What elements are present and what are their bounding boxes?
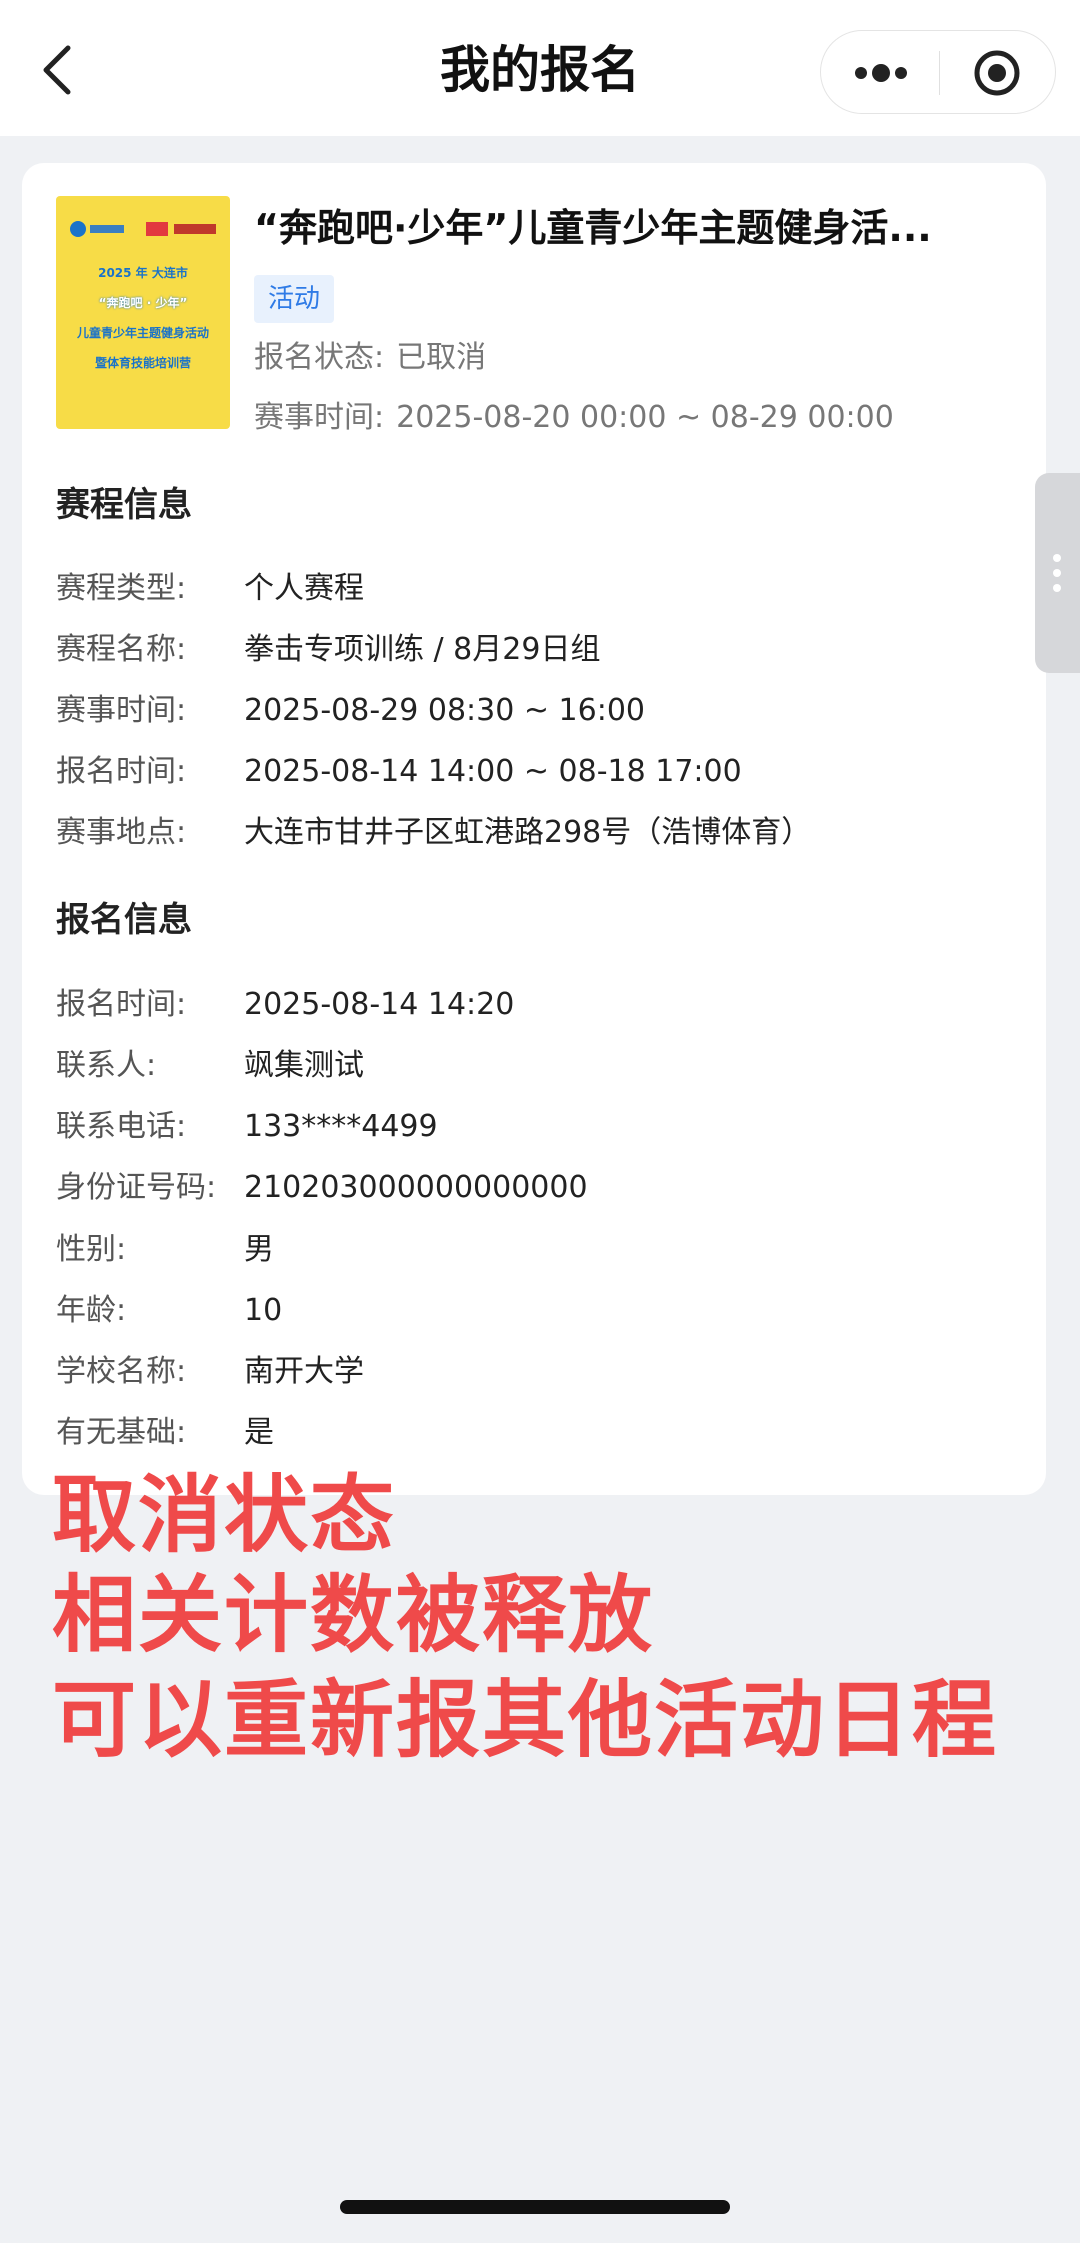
poster-line: “奔跑吧 · 少年” bbox=[98, 296, 188, 310]
registration-section-title: 报名信息 bbox=[56, 900, 192, 940]
row-label: 身份证号码: bbox=[56, 1170, 217, 1205]
row-label: 赛程名称: bbox=[56, 632, 187, 667]
annotation-line: 相关计数被释放 bbox=[52, 1566, 655, 1664]
mini-program-capsule bbox=[820, 30, 1056, 114]
side-drawer-handle[interactable] bbox=[1035, 473, 1080, 673]
row-value: 大连市甘井子区虹港路298号（浩博体育） bbox=[244, 815, 812, 850]
schedule-section-title: 赛程信息 bbox=[56, 485, 192, 525]
info-row: 报名时间: 2025-08-14 14:00 ~ 08-18 17:00 bbox=[56, 752, 742, 792]
row-value: 133****4499 bbox=[244, 1109, 438, 1144]
row-label: 年龄: bbox=[56, 1293, 127, 1328]
row-label: 报名时间: bbox=[56, 754, 187, 789]
close-mini-program-button[interactable] bbox=[973, 49, 1021, 97]
info-row: 联系人: 飒集测试 bbox=[56, 1046, 364, 1086]
row-label: 学校名称: bbox=[56, 1354, 187, 1389]
info-row: 年龄: 10 bbox=[56, 1291, 282, 1331]
target-circle-icon bbox=[974, 50, 1020, 96]
sponsor-logos-icon bbox=[70, 221, 216, 237]
row-label: 联系人: bbox=[56, 1048, 157, 1083]
event-time: 赛事时间: 2025-08-20 00:00 ~ 08-29 00:00 bbox=[254, 398, 894, 438]
registration-card: 2025 年 大连市 “奔跑吧 · 少年” 儿童青少年主题健身活动 暨体育技能培… bbox=[22, 163, 1046, 1495]
more-button[interactable] bbox=[851, 53, 911, 93]
row-value: 个人赛程 bbox=[244, 571, 364, 606]
row-label: 性别: bbox=[56, 1232, 127, 1267]
home-indicator[interactable] bbox=[340, 2200, 730, 2214]
info-row: 赛事地点: 大连市甘井子区虹港路298号（浩博体育） bbox=[56, 813, 811, 853]
row-value: 210203000000000000 bbox=[244, 1170, 588, 1205]
row-label: 赛程类型: bbox=[56, 571, 187, 606]
info-row: 联系电话: 133****4499 bbox=[56, 1107, 438, 1147]
row-value: 2025-08-14 14:20 bbox=[244, 987, 515, 1022]
info-row: 有无基础: 是 bbox=[56, 1413, 274, 1453]
info-row: 赛程类型: 个人赛程 bbox=[56, 569, 364, 609]
info-row: 报名时间: 2025-08-14 14:20 bbox=[56, 985, 514, 1025]
event-title[interactable]: “奔跑吧·少年”儿童青少年主题健身活... bbox=[254, 203, 1014, 253]
more-dots-icon bbox=[855, 64, 907, 82]
row-label: 联系电话: bbox=[56, 1109, 187, 1144]
event-time-label: 赛事时间: bbox=[254, 400, 385, 435]
info-row: 学校名称: 南开大学 bbox=[56, 1352, 364, 1392]
poster-line: 儿童青少年主题健身活动 bbox=[76, 326, 209, 340]
row-label: 赛事时间: bbox=[56, 693, 187, 728]
nav-bar: 我的报名 bbox=[0, 0, 1080, 136]
annotation-line: 可以重新报其他活动日程 bbox=[52, 1671, 999, 1769]
vertical-dots-icon bbox=[1053, 554, 1061, 592]
info-row: 身份证号码: 210203000000000000 bbox=[56, 1168, 588, 1208]
capsule-divider bbox=[939, 51, 940, 95]
row-label: 有无基础: bbox=[56, 1415, 187, 1450]
poster-line: 暨体育技能培训营 bbox=[94, 356, 191, 370]
event-poster-image: 2025 年 大连市 “奔跑吧 · 少年” 儿童青少年主题健身活动 暨体育技能培… bbox=[56, 196, 230, 429]
annotation-line: 取消状态 bbox=[52, 1466, 397, 1564]
row-value: 男 bbox=[244, 1232, 274, 1267]
row-value: 2025-08-29 08:30 ~ 16:00 bbox=[244, 693, 646, 728]
info-row: 性别: 男 bbox=[56, 1230, 274, 1270]
row-value: 飒集测试 bbox=[244, 1048, 364, 1083]
info-row: 赛事时间: 2025-08-29 08:30 ~ 16:00 bbox=[56, 691, 645, 731]
event-time-value: 2025-08-20 00:00 ~ 08-29 00:00 bbox=[396, 400, 894, 435]
status-value: 已取消 bbox=[396, 340, 487, 375]
row-label: 报名时间: bbox=[56, 987, 187, 1022]
status-label: 报名状态: bbox=[254, 340, 385, 375]
row-value: 南开大学 bbox=[244, 1354, 364, 1389]
row-label: 赛事地点: bbox=[56, 815, 187, 850]
poster-line: 2025 年 大连市 bbox=[98, 266, 188, 280]
row-value: 是 bbox=[244, 1415, 274, 1450]
row-value: 10 bbox=[244, 1293, 283, 1328]
row-value: 拳击专项训练 / 8月29日组 bbox=[244, 632, 601, 667]
info-row: 赛程名称: 拳击专项训练 / 8月29日组 bbox=[56, 630, 600, 670]
event-type-tag: 活动 bbox=[254, 275, 335, 323]
row-value: 2025-08-14 14:00 ~ 08-18 17:00 bbox=[244, 754, 742, 789]
registration-status: 报名状态: 已取消 bbox=[254, 338, 486, 378]
